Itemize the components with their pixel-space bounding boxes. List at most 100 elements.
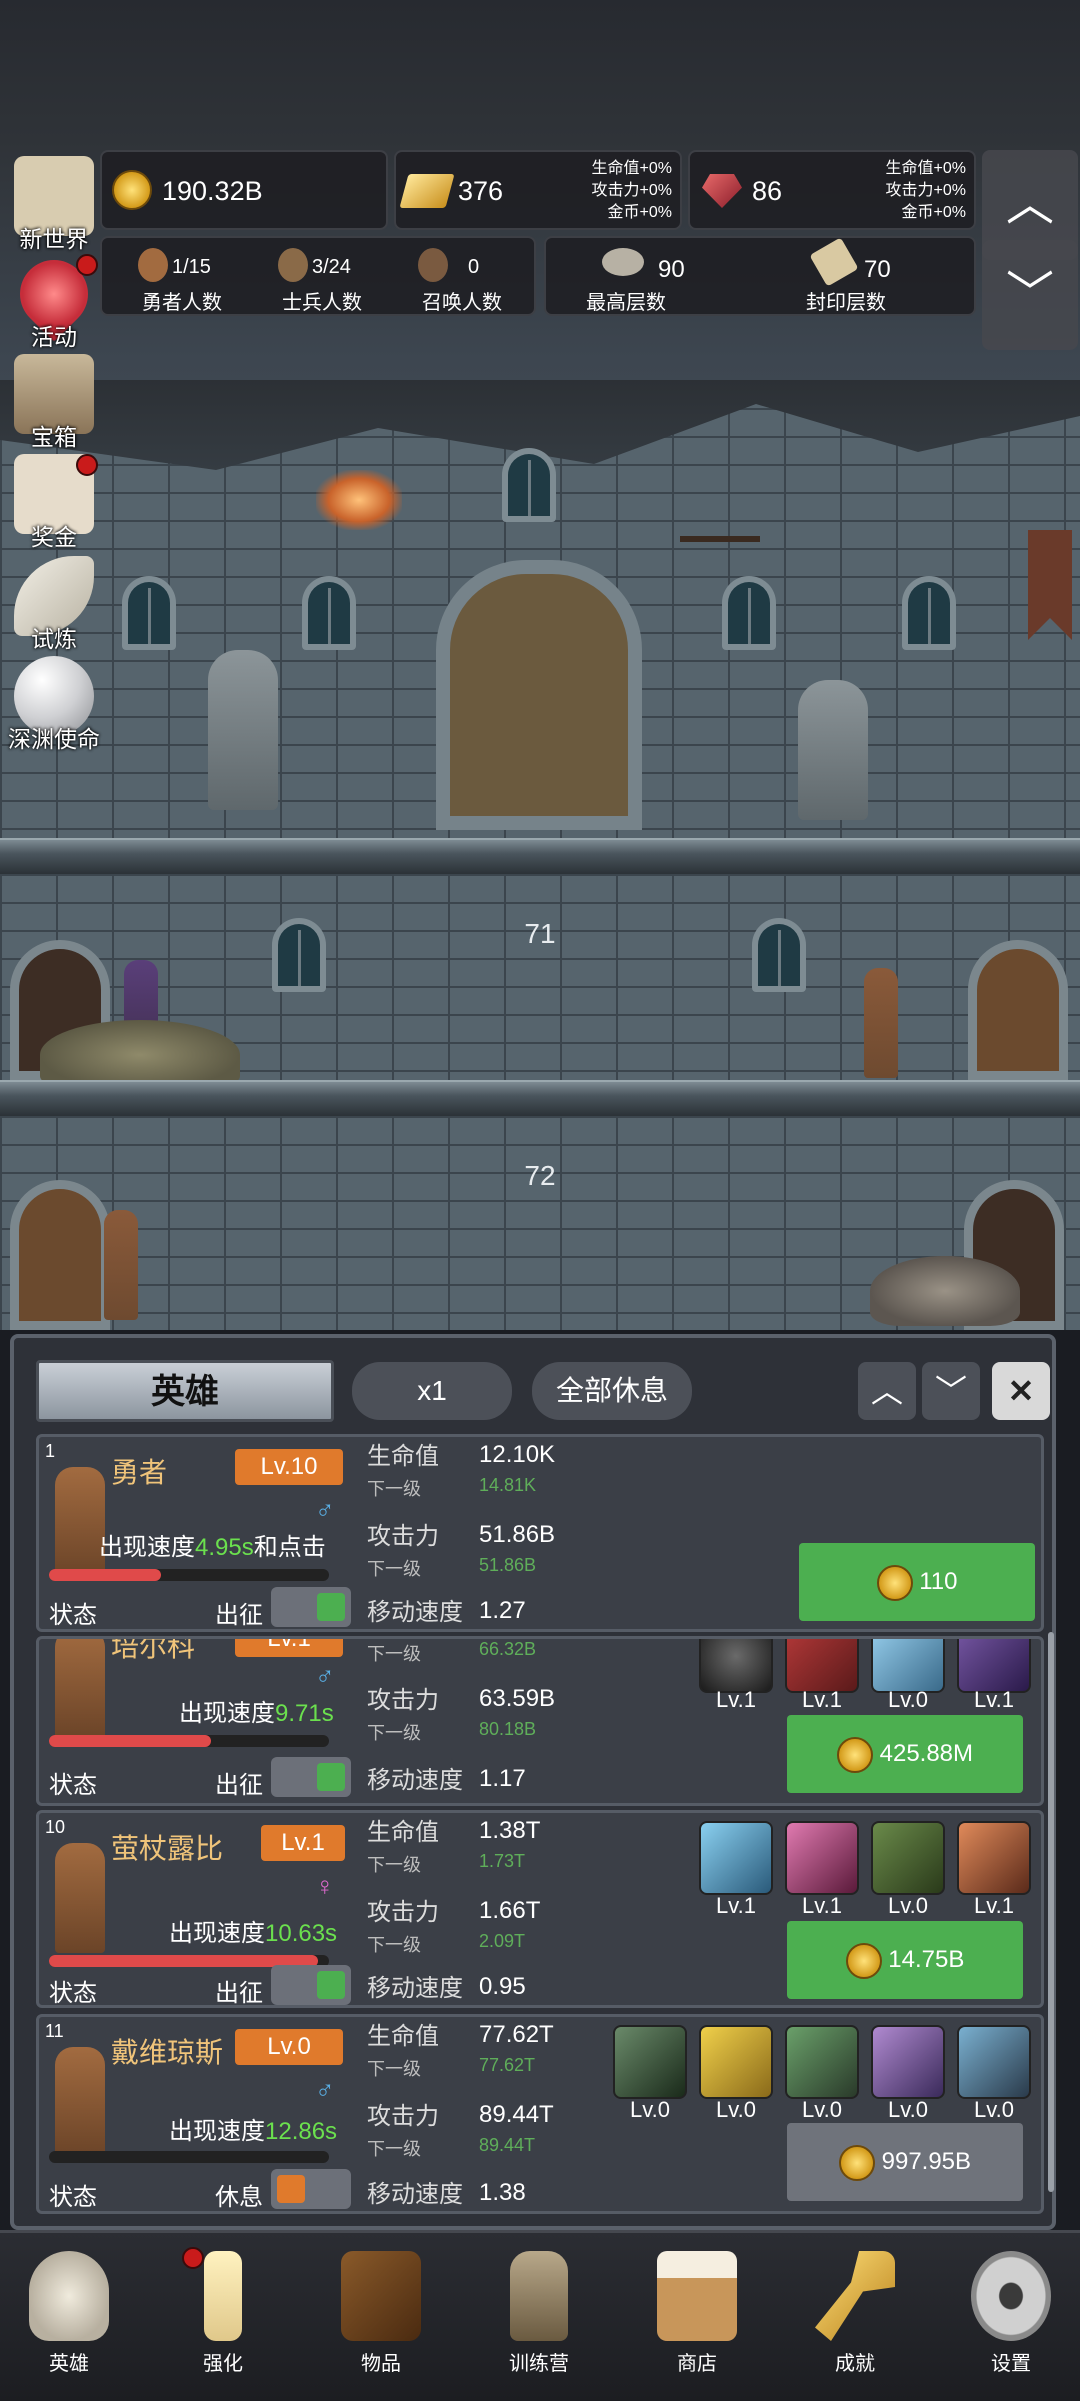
close-button[interactable]: ✕: [992, 1362, 1050, 1420]
skill-cutlass-icon[interactable]: [699, 2025, 773, 2099]
hero-stats: 生命值 下一级: [367, 1441, 439, 1505]
toggle-knob: [317, 1593, 345, 1621]
scroll-down-button[interactable]: ﹀: [982, 240, 1078, 350]
skill-shield-icon[interactable]: [699, 1639, 773, 1693]
hero-card[interactable]: 培尔科 Lv.1 ♂ 出现速度9.71s 状态 出征 下一级 66.32B 攻击…: [36, 1636, 1044, 1806]
upgrade-button[interactable]: 14.75B: [787, 1921, 1023, 1999]
soldier-face-icon: [278, 248, 308, 282]
skill-blade-icon[interactable]: [957, 1639, 1031, 1693]
nav-label: 物品: [361, 2353, 401, 2375]
floor-platform: [0, 1080, 1080, 1116]
speed-value: 9.71s: [275, 1700, 334, 1727]
hero-name: 戴维琼斯: [111, 2037, 224, 2068]
rest-all-button[interactable]: 全部休息: [532, 1362, 692, 1420]
side-event[interactable]: 活动: [4, 245, 103, 350]
hp-value: 1.38T: [479, 1817, 541, 1844]
hero-count-value: 1/15: [172, 256, 211, 278]
skill-boot-icon[interactable]: [871, 1639, 945, 1693]
status-label: 状态: [49, 1772, 97, 1799]
speed-prefix: 出现速度: [99, 1534, 195, 1561]
hp-bar-fill: [49, 1569, 161, 1581]
bonus-gold: 金币+0%: [901, 204, 966, 221]
skill-level: Lv.1: [716, 1893, 756, 1918]
multiplier-button[interactable]: x1: [352, 1362, 512, 1420]
skill-gorilla-icon[interactable]: [957, 2025, 1031, 2099]
nav-settings[interactable]: 设置: [946, 2241, 1076, 2391]
book-icon: [341, 2251, 421, 2341]
hero-unit: [104, 1210, 138, 1320]
floor-records: 90 最高层数 70 封印层数: [544, 236, 976, 316]
hp-next-value: 14.81K: [479, 1475, 537, 1495]
atk-value: 63.59B: [479, 1685, 556, 1712]
hero-name: 培尔科: [111, 1636, 196, 1662]
arched-door: [968, 940, 1068, 1080]
nav-items[interactable]: 物品: [316, 2241, 446, 2391]
gem-bonus: 生命值+0% 攻击力+0% 金币+0%: [840, 158, 966, 224]
gold-value: 190.32B: [162, 176, 263, 206]
next-label: 下一级: [367, 1644, 421, 1664]
bonus-atk: 攻击力+0%: [885, 182, 966, 199]
deploy-label: 出征: [215, 1980, 263, 2007]
deploy-toggle[interactable]: [271, 1587, 351, 1627]
list-scrollbar[interactable]: [1048, 1632, 1054, 2192]
skill-mask-icon[interactable]: [613, 2025, 687, 2099]
spawn-speed: 出现速度12.86s: [169, 2111, 337, 2146]
side-chest[interactable]: 宝箱: [4, 354, 100, 450]
hero-level: Lv.0: [235, 2029, 343, 2065]
hero-card[interactable]: 10 萤杖露比 Lv.1 ♀ 出现速度10.63s 状态 出征 生命值 下一级 …: [36, 1810, 1044, 2008]
hero-card[interactable]: 11 戴维琼斯 Lv.0 ♂ 出现速度12.86s 状态 休息 生命值 下一级 …: [36, 2014, 1044, 2214]
atk-next-value: 80.18B: [479, 1719, 537, 1739]
hero-index: 10: [45, 1817, 66, 1837]
deploy-label: 出征: [215, 1602, 263, 1629]
side-bonus[interactable]: 奖金: [4, 454, 100, 550]
deploy-toggle[interactable]: [271, 1757, 351, 1797]
toggle-knob: [317, 1763, 345, 1791]
skill-boots-icon[interactable]: [871, 1821, 945, 1895]
upgrade-button[interactable]: 110: [799, 1543, 1035, 1621]
stone-golem-pile: [870, 1256, 1020, 1326]
gold-coin-icon: [836, 1736, 873, 1773]
nav-shop[interactable]: 商店: [632, 2241, 762, 2391]
nav-heroes[interactable]: 英雄: [4, 2241, 134, 2391]
hero-card[interactable]: 1 勇者 Lv.10 ♂ 出现速度4.95s和点击 状态 出征 生命值 下一级 …: [36, 1434, 1044, 1632]
skill-beast-icon[interactable]: [785, 1821, 859, 1895]
nav-enhance[interactable]: 强化: [158, 2241, 288, 2391]
skill-boot-icon[interactable]: [785, 2025, 859, 2099]
hero-portrait: [55, 2047, 105, 2157]
deploy-toggle[interactable]: [271, 2169, 351, 2209]
move-value: 1.27: [479, 1597, 526, 1624]
skill-claw-icon[interactable]: [871, 2025, 945, 2099]
bottom-nav: 英雄 强化 物品 训练营 商店 成就 设置: [0, 2230, 1080, 2401]
upgrade-cost: 997.95B: [881, 2148, 972, 2175]
hero-level: Lv.1: [235, 1639, 343, 1657]
collapse-up-button[interactable]: ︿: [858, 1362, 916, 1420]
upgrade-button[interactable]: 997.95B: [787, 2123, 1023, 2201]
deploy-toggle[interactable]: [271, 1965, 351, 2005]
spawn-speed: 出现速度4.95s和点击: [99, 1527, 326, 1562]
hero-face-icon: [138, 248, 168, 282]
skill-sword-icon[interactable]: [785, 1639, 859, 1693]
tab-heroes[interactable]: 英雄: [36, 1360, 334, 1422]
beer-mug-icon: [657, 2251, 737, 2341]
atk-next-value: 89.44T: [479, 2135, 536, 2155]
collapse-down-button[interactable]: ﹀: [922, 1362, 980, 1420]
nav-label: 商店: [677, 2353, 717, 2375]
gold-coin-icon: [112, 170, 152, 210]
status-label: 状态: [49, 1980, 97, 2007]
sealed-floor-value: 70: [864, 256, 891, 283]
window: [502, 448, 556, 522]
skill-boot-icon[interactable]: [957, 1821, 1031, 1895]
gold-resource: 190.32B: [100, 150, 388, 230]
skill-leaf-shield-icon[interactable]: [699, 1821, 773, 1895]
rest-label: 休息: [215, 2184, 263, 2211]
skill-level: Lv.0: [974, 2097, 1014, 2122]
chandelier: [680, 490, 760, 542]
side-new-world[interactable]: 新世界: [4, 156, 100, 252]
side-trial[interactable]: 试炼: [4, 556, 100, 652]
nav-achievements[interactable]: 成就: [790, 2241, 920, 2391]
nav-training[interactable]: 训练营: [474, 2241, 604, 2391]
side-abyss-mission[interactable]: 深渊使命: [4, 656, 100, 752]
hero-portrait: [55, 1467, 105, 1577]
upgrade-button[interactable]: 425.88M: [787, 1715, 1023, 1793]
hero-index: 1: [45, 1441, 56, 1461]
